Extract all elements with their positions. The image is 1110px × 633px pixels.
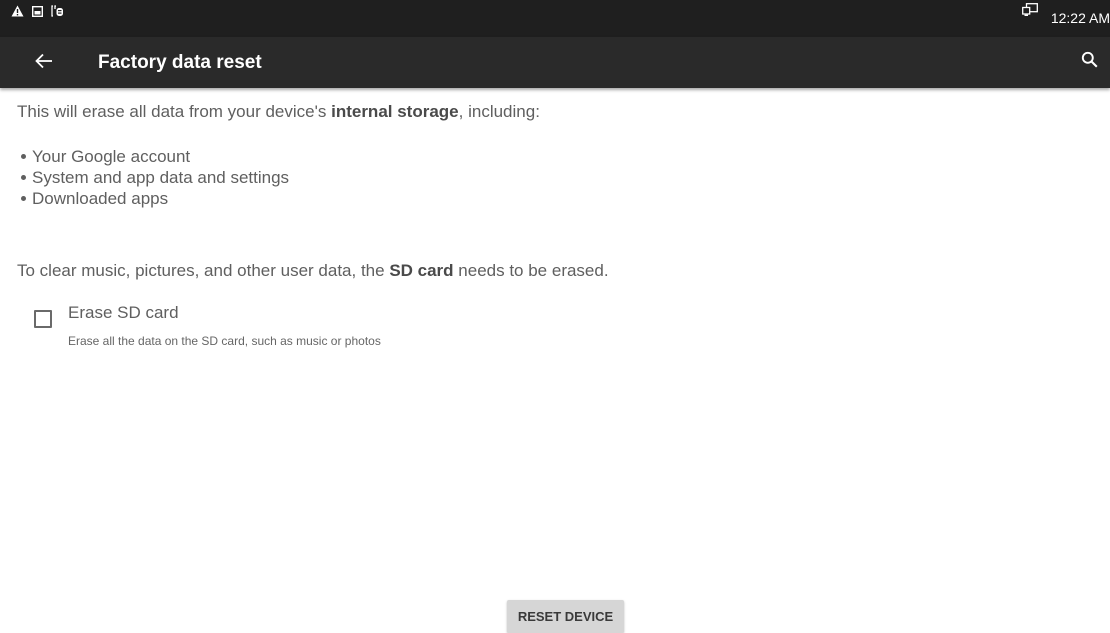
- erase-sd-card-checkbox[interactable]: [34, 310, 52, 328]
- back-button[interactable]: [30, 49, 58, 77]
- status-icons-left: [11, 0, 64, 37]
- cast-icon: [1021, 3, 1038, 22]
- arrow-back-icon: [35, 53, 53, 74]
- sd-card-notice: To clear music, pictures, and other user…: [17, 261, 609, 281]
- sd-notice-start: To clear music, pictures, and other user…: [17, 261, 390, 280]
- status-bar: 12:22 AM: [0, 0, 1110, 37]
- search-icon: [1081, 51, 1098, 73]
- sd-card-emphasis: SD card: [389, 261, 454, 280]
- intro-text-start: This will erase all data from your devic…: [17, 102, 332, 121]
- list-item-label: Your Google account: [32, 147, 191, 166]
- list-item-label: Downloaded apps: [32, 189, 169, 208]
- erased-data-list: Your Google account System and app data …: [17, 146, 289, 209]
- internal-storage-emphasis: internal storage: [331, 102, 459, 121]
- bullet-icon: [21, 196, 26, 201]
- list-item: Your Google account: [17, 146, 289, 167]
- list-item: Downloaded apps: [17, 188, 289, 209]
- erase-sd-card-label: Erase SD card: [68, 303, 179, 322]
- sd-notice-end: needs to be erased.: [453, 261, 609, 280]
- toolbar: Factory data reset: [0, 37, 1110, 88]
- status-time: 12:22 AM: [1050, 9, 1110, 26]
- bullet-icon: [21, 154, 26, 159]
- erase-sd-card-option[interactable]: Erase SD card Erase all the data on the …: [17, 300, 617, 350]
- page-title: Factory data reset: [98, 52, 262, 73]
- list-item: System and app data and settings: [17, 167, 289, 188]
- reset-device-button[interactable]: RESET DEVICE: [507, 600, 624, 633]
- status-icons-right: 12:22 AM: [1021, 0, 1110, 37]
- usb-debug-icon: [51, 4, 64, 22]
- list-item-label: System and app data and settings: [32, 168, 290, 187]
- screenshot-icon: [31, 4, 44, 22]
- search-button[interactable]: [1076, 49, 1102, 75]
- intro-text-end: , including:: [458, 102, 540, 121]
- erase-sd-card-summary: Erase all the data on the SD card, such …: [68, 334, 381, 348]
- warning-icon: [11, 4, 24, 22]
- bullet-icon: [21, 175, 26, 180]
- intro-text: This will erase all data from your devic…: [17, 102, 540, 122]
